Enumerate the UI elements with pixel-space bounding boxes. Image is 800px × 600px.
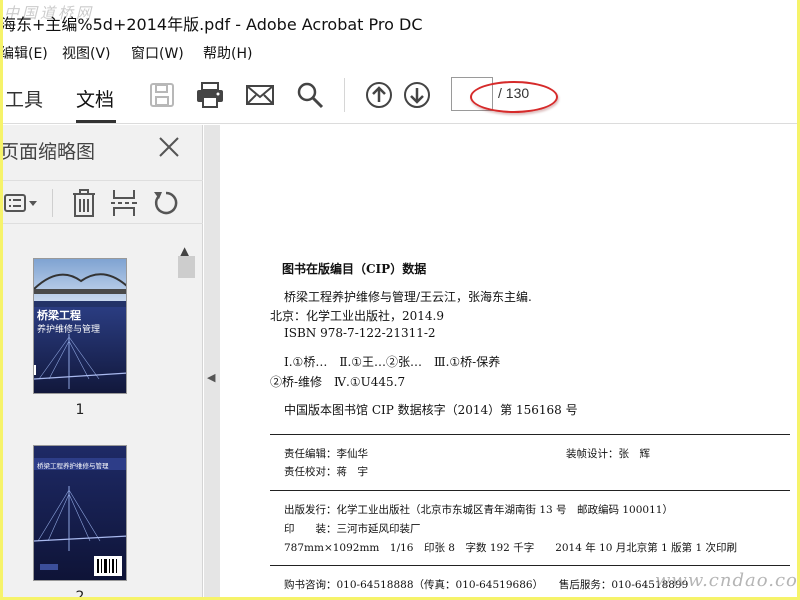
- contact-line: 购书咨询：010-64518888（传真：010-64519686） 售后服务：…: [284, 579, 689, 591]
- cip-line-3: ISBN 978-7-122-21311-2: [284, 326, 436, 340]
- active-tab-indicator: [76, 120, 116, 123]
- cover-subtitle-1: 养护维修与管理: [37, 325, 101, 335]
- menu-edit[interactable]: 编辑(E): [0, 43, 48, 63]
- print-icon[interactable]: [193, 78, 227, 112]
- cip-heading: 图书在版编目（CIP）数据: [282, 262, 427, 276]
- cip-line-4: Ⅰ.①桥… Ⅱ.①王…②张… Ⅲ.①桥-保养: [284, 355, 501, 369]
- save-icon[interactable]: [145, 78, 179, 112]
- menu-view[interactable]: 视图(V): [62, 43, 111, 63]
- divider-3: [270, 565, 790, 566]
- cip-line-1: 桥梁工程养护维修与管理/王云江，张海东主编.: [284, 290, 532, 304]
- cip-line-5: ②桥-维修 Ⅳ.①U445.7: [270, 375, 406, 389]
- email-icon[interactable]: [243, 78, 277, 112]
- cip-line-2: 北京：化学工业出版社，2014.9: [270, 309, 444, 323]
- options-icon[interactable]: [2, 187, 40, 219]
- title-bar: 中国道桥网 海东+主编%5d+2014年版.pdf - Adobe Acroba…: [0, 0, 800, 40]
- proofreader-line: 责任校对：蒋 宇: [284, 466, 368, 478]
- panel-title: 页面缩略图: [0, 141, 96, 163]
- page-up-icon[interactable]: [362, 78, 396, 112]
- toolbar-separator: [344, 78, 345, 112]
- scrollbar-thumb[interactable]: [178, 256, 195, 278]
- printer-line: 印 装：三河市延风印装厂: [284, 523, 421, 535]
- menu-help[interactable]: 帮助(H): [203, 43, 252, 63]
- window-title: 海东+主编%5d+2014年版.pdf - Adobe Acrobat Pro …: [0, 15, 423, 34]
- designer-line: 装帧设计：张 辉: [566, 448, 650, 460]
- watermark-bottom-right: www.cndao.com: [655, 570, 800, 591]
- divider-1: [270, 434, 790, 435]
- tab-document[interactable]: 文档: [76, 85, 114, 112]
- format-line: 787mm×1092mm 1/16 印张 8 字数 192 千字 2014 年 …: [284, 542, 738, 554]
- page-down-icon[interactable]: [400, 78, 434, 112]
- page-thumbnails-panel: 页面缩略图 桥梁工程 养护维修与管理 1 桥梁工程养护维修与管理 2 ▲: [0, 125, 203, 600]
- thumbnail-list: 桥梁工程 养护维修与管理 1 桥梁工程养护维修与管理 2: [0, 235, 176, 600]
- page-thumbnail-1[interactable]: 桥梁工程 养护维修与管理: [33, 258, 127, 394]
- panel-tool-separator: [52, 189, 53, 217]
- panel-toolbar: [0, 180, 203, 224]
- thumbnail-label-1: 1: [75, 402, 85, 418]
- rotate-icon[interactable]: [150, 187, 182, 219]
- search-icon[interactable]: [293, 78, 327, 112]
- thumbnail-label-2: 2: [75, 589, 85, 600]
- divider-2: [270, 490, 790, 491]
- thumbnail-scrollbar[interactable]: [176, 235, 196, 600]
- menu-bar: 编辑(E) 视图(V) 窗口(W) 帮助(H): [0, 40, 800, 66]
- cover-title-2: 桥梁工程养护维修与管理: [37, 462, 109, 470]
- page-thumbnail-2[interactable]: 桥梁工程养护维修与管理: [33, 445, 127, 581]
- publisher-line: 出版发行：化学工业出版社（北京市东城区青年湖南街 13 号 邮政编码 10001…: [284, 504, 673, 516]
- toolbar: 工具 文档 / 130: [0, 66, 800, 124]
- collapse-panel-icon[interactable]: ◀: [207, 371, 215, 384]
- close-icon[interactable]: [155, 133, 183, 161]
- cover-title-1: 桥梁工程: [37, 309, 81, 322]
- editor-line: 责任编辑：李仙华: [284, 448, 368, 460]
- page-number-input[interactable]: [451, 77, 493, 111]
- cip-line-6: 中国版本图书馆 CIP 数据核字（2014）第 156168 号: [284, 403, 578, 417]
- document-view[interactable]: 图书在版编目（CIP）数据 桥梁工程养护维修与管理/王云江，张海东主编. 北京：…: [220, 125, 800, 600]
- tab-tools[interactable]: 工具: [5, 85, 43, 112]
- panel-gutter: [204, 125, 220, 600]
- menu-window[interactable]: 窗口(W): [131, 43, 184, 63]
- insert-page-icon[interactable]: [108, 187, 140, 219]
- page-total: / 130: [498, 85, 530, 101]
- delete-icon[interactable]: [68, 187, 100, 219]
